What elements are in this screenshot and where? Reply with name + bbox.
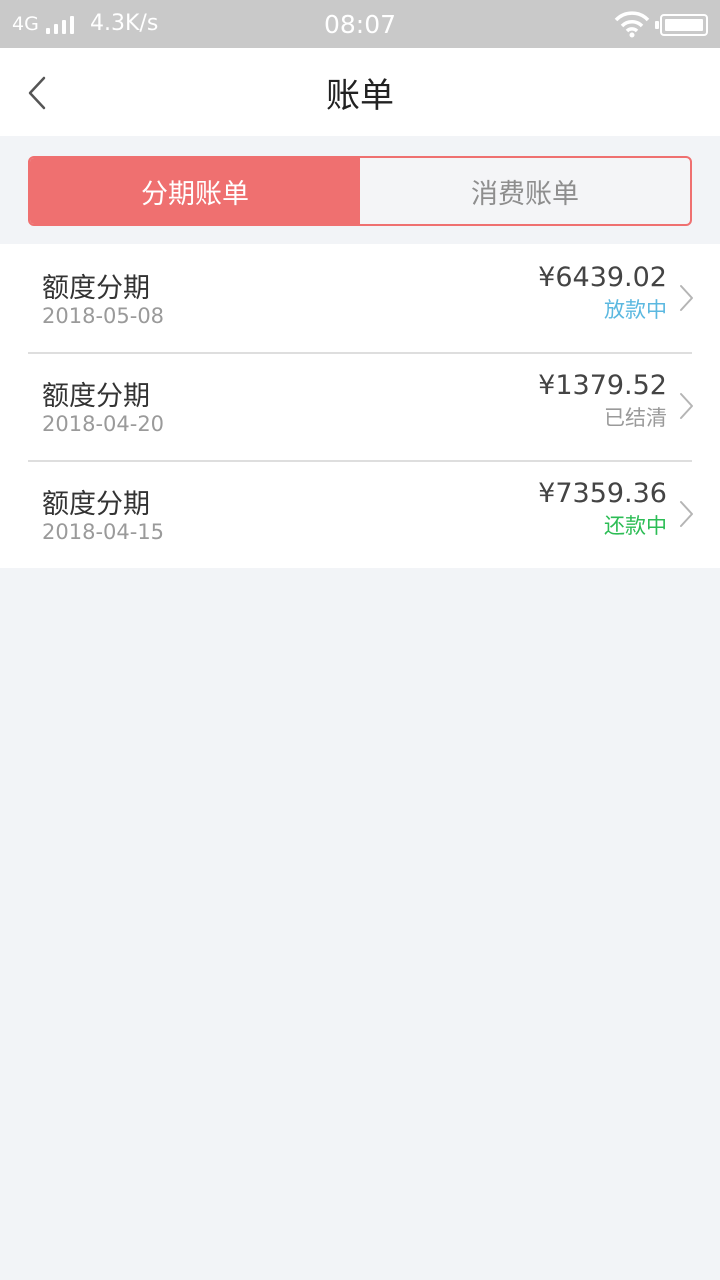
bill-type-segmented-control: 分期账单 消费账单 xyxy=(28,156,692,226)
bill-list: 额度分期 2018-05-08 ¥6439.02 放款中 额度分期 2018-0… xyxy=(0,244,720,568)
bill-amount: ¥7359.36 xyxy=(538,478,667,509)
battery-icon xyxy=(655,14,708,36)
tab-installment-bills[interactable]: 分期账单 xyxy=(30,158,360,224)
bill-row[interactable]: 额度分期 2018-04-20 ¥1379.52 已结清 xyxy=(0,352,720,460)
nav-bar: 账单 xyxy=(0,48,720,136)
chevron-right-icon xyxy=(680,393,693,419)
bill-row[interactable]: 额度分期 2018-04-15 ¥7359.36 还款中 xyxy=(0,460,720,568)
bill-title: 额度分期 xyxy=(42,381,150,412)
bill-amount: ¥6439.02 xyxy=(538,262,667,293)
bill-date: 2018-04-20 xyxy=(42,412,165,436)
bill-title: 额度分期 xyxy=(42,273,150,304)
bill-title: 额度分期 xyxy=(42,489,150,520)
bill-date: 2018-04-15 xyxy=(42,520,165,544)
bill-amount: ¥1379.52 xyxy=(538,370,667,401)
bill-row[interactable]: 额度分期 2018-05-08 ¥6439.02 放款中 xyxy=(0,244,720,352)
chevron-right-icon xyxy=(680,501,693,527)
bill-status: 已结清 xyxy=(604,406,667,430)
page-title: 账单 xyxy=(326,76,394,116)
chevron-right-icon xyxy=(680,285,693,311)
bill-date: 2018-05-08 xyxy=(42,304,165,328)
bill-status: 放款中 xyxy=(604,298,667,322)
clock: 08:07 xyxy=(323,10,397,39)
tab-consumption-bills[interactable]: 消费账单 xyxy=(360,158,690,224)
status-bar: 4G 4.3K/s 08:07 xyxy=(0,0,720,48)
wifi-icon xyxy=(614,10,650,38)
bill-status: 还款中 xyxy=(604,514,667,538)
